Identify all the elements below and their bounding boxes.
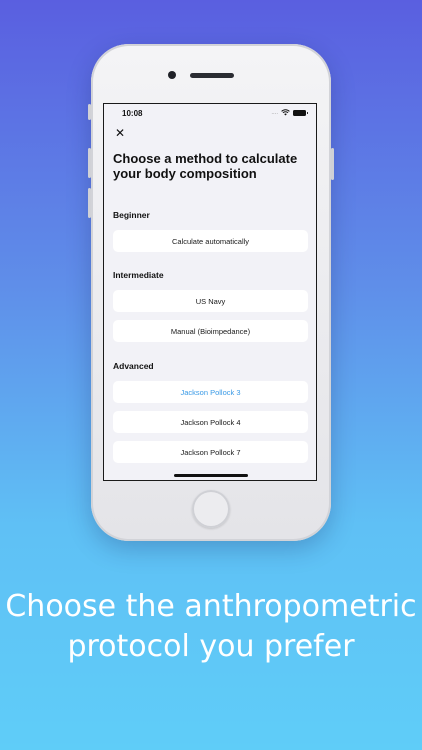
option-jackson-pollock-3[interactable]: Jackson Pollock 3 xyxy=(113,381,308,403)
option-calculate-automatically[interactable]: Calculate automatically xyxy=(113,230,308,252)
power-button xyxy=(331,148,334,180)
status-bar: 10:08 .... xyxy=(104,104,316,124)
option-jackson-pollock-7[interactable]: Jackson Pollock 7 xyxy=(113,441,308,463)
section-label-advanced: Advanced xyxy=(113,361,154,371)
app-screen: 10:08 .... ✕ Choose a method to calculat… xyxy=(103,103,317,481)
status-icons: .... xyxy=(271,109,308,116)
page-title: Choose a method to calculate your body c… xyxy=(113,151,298,181)
mute-switch xyxy=(88,104,91,120)
phone-mockup: 10:08 .... ✕ Choose a method to calculat… xyxy=(88,44,334,541)
wifi-icon xyxy=(281,109,290,116)
option-manual-bioimpedance[interactable]: Manual (Bioimpedance) xyxy=(113,320,308,342)
earpiece-speaker xyxy=(190,73,234,78)
option-us-navy[interactable]: US Navy xyxy=(113,290,308,312)
option-jackson-pollock-4[interactable]: Jackson Pollock 4 xyxy=(113,411,308,433)
volume-down-button xyxy=(88,188,91,218)
home-button xyxy=(192,490,230,528)
section-label-intermediate: Intermediate xyxy=(113,270,164,280)
promo-caption: Choose the anthropometric protocol you p… xyxy=(5,589,417,664)
volume-up-button xyxy=(88,148,91,178)
section-label-beginner: Beginner xyxy=(113,210,150,220)
signal-icon: .... xyxy=(271,109,278,116)
battery-icon xyxy=(293,109,308,116)
front-camera xyxy=(168,71,176,79)
status-time: 10:08 xyxy=(122,109,143,118)
close-icon[interactable]: ✕ xyxy=(115,127,125,139)
home-indicator xyxy=(174,474,248,477)
